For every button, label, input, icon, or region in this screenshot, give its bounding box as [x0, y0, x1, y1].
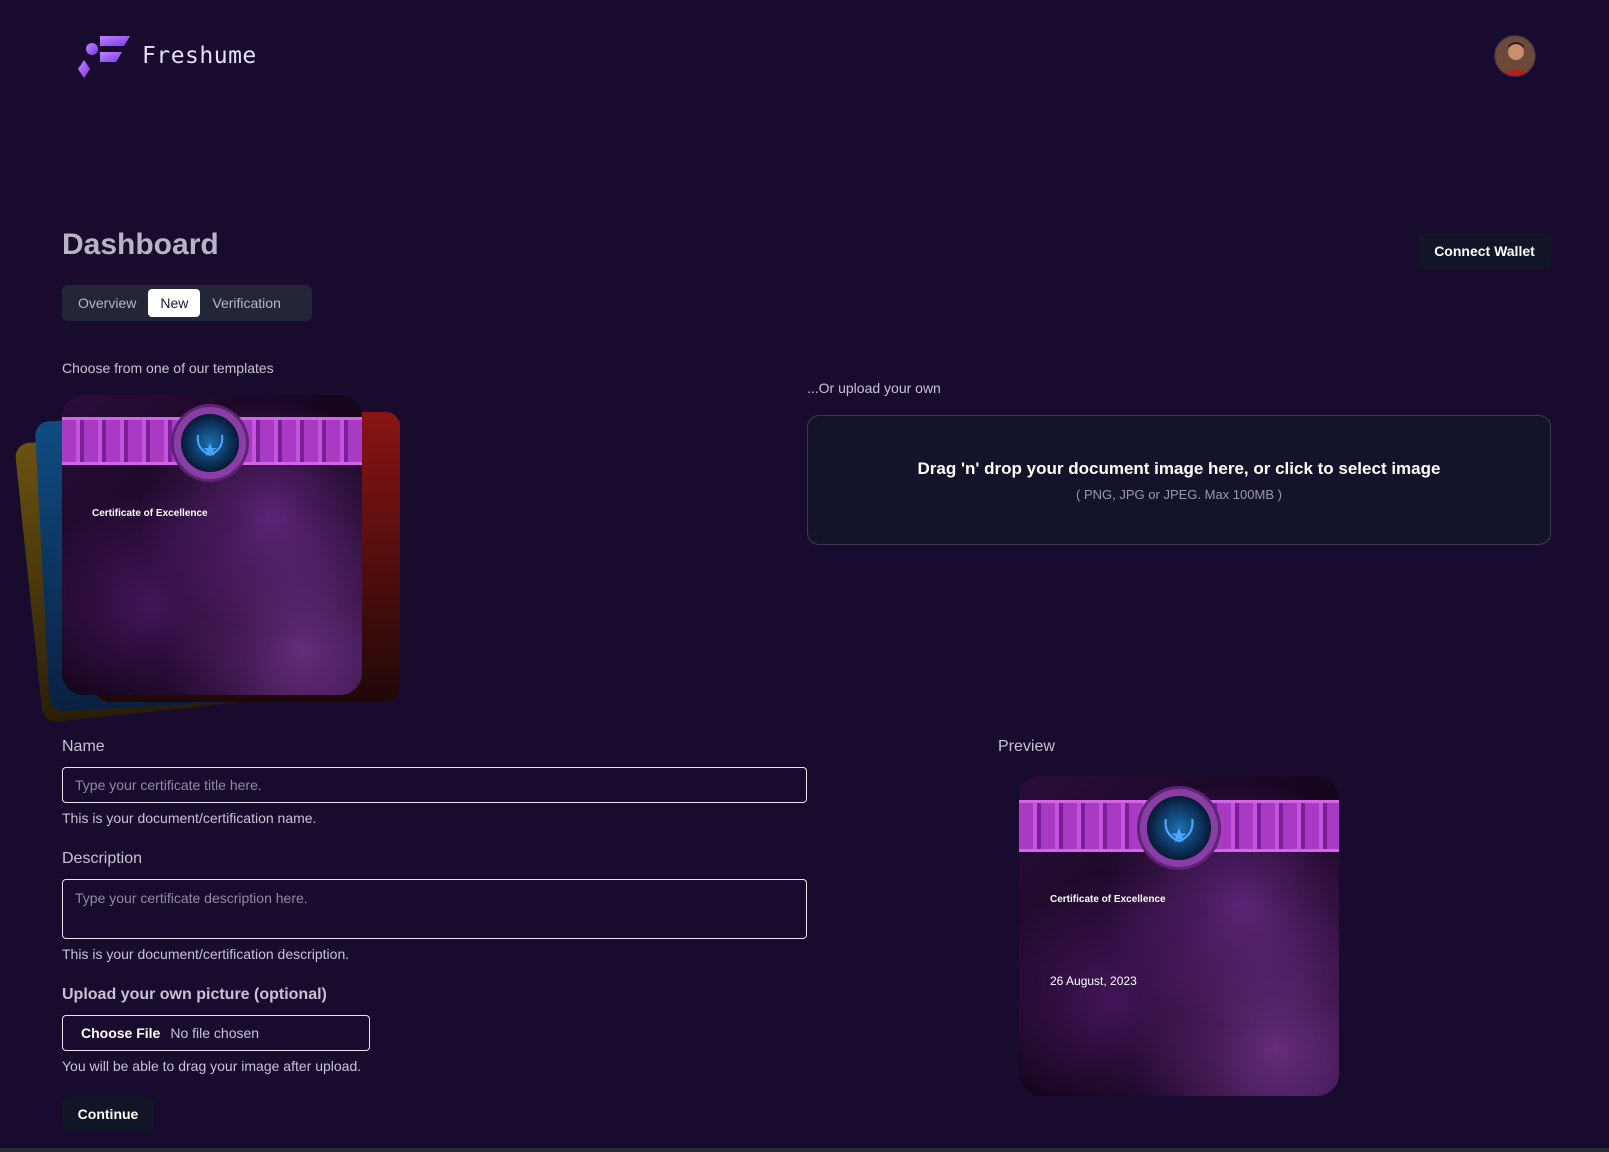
name-field[interactable]: [62, 767, 807, 803]
user-avatar-icon: [1495, 36, 1535, 76]
laurel-icon: [196, 434, 224, 457]
dropzone-instructions: Drag 'n' drop your document image here, …: [917, 458, 1441, 478]
tab-new[interactable]: New: [148, 289, 201, 317]
tab-verification[interactable]: Verification: [200, 289, 292, 317]
template-certificate-title: Certificate of Excellence: [92, 508, 208, 519]
laurel-icon: [1164, 819, 1194, 843]
app-logo[interactable]: Freshume: [78, 32, 257, 80]
upload-own-label: ...Or upload your own: [807, 380, 941, 396]
name-label: Name: [62, 738, 105, 755]
templates-label: Choose from one of our templates: [62, 360, 274, 376]
file-status: No file chosen: [170, 1025, 260, 1041]
picture-file-input[interactable]: Choose File No file chosen: [62, 1015, 370, 1051]
certificate-preview: Certificate of Excellence 26 August, 202…: [1019, 776, 1339, 1096]
template-carousel[interactable]: Certificate of Excellence: [14, 390, 400, 723]
template-card-selected[interactable]: Certificate of Excellence: [62, 395, 362, 695]
page: Freshume Dashboard Connect Wallet Overvi…: [0, 0, 1609, 1152]
preview-label: Preview: [998, 738, 1055, 755]
bottom-divider: [0, 1148, 1609, 1152]
description-hint: This is your document/certification desc…: [62, 946, 350, 962]
name-hint: This is your document/certification name…: [62, 810, 317, 826]
connect-wallet-button[interactable]: Connect Wallet: [1418, 233, 1551, 269]
description-field[interactable]: [62, 879, 807, 939]
page-title: Dashboard: [62, 228, 219, 261]
description-label: Description: [62, 850, 143, 867]
picture-hint: You will be able to drag your image afte…: [62, 1058, 362, 1074]
certificate-seal: [1140, 789, 1218, 867]
logo-icon: [78, 36, 130, 78]
tab-overview[interactable]: Overview: [66, 289, 148, 317]
app-name: Freshume: [142, 43, 257, 69]
preview-certificate-date: 26 August, 2023: [1050, 974, 1137, 988]
certificate-seal: [174, 407, 246, 479]
choose-file-button[interactable]: Choose File: [81, 1025, 160, 1041]
avatar[interactable]: [1494, 35, 1536, 77]
picture-label: Upload your own picture (optional): [62, 986, 327, 1003]
image-dropzone[interactable]: Drag 'n' drop your document image here, …: [807, 415, 1551, 545]
tab-list: Overview New Verification: [62, 285, 312, 321]
continue-button[interactable]: Continue: [62, 1096, 154, 1132]
preview-certificate-title: Certificate of Excellence: [1050, 894, 1166, 905]
dropzone-file-types: ( PNG, JPG or JPEG. Max 100MB ): [1076, 486, 1282, 502]
